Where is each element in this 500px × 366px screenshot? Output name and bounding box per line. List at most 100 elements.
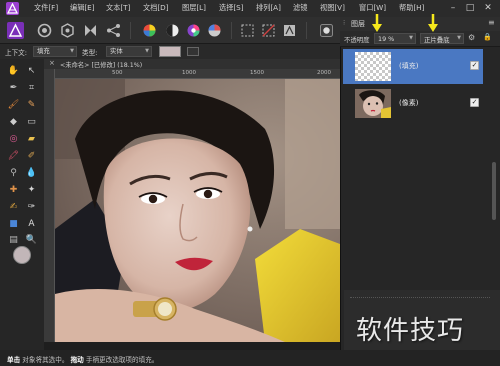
layer-visibility-checkbox[interactable]: ✓ bbox=[470, 98, 479, 107]
zoom-tool-icon[interactable]: 🔍 bbox=[25, 234, 38, 247]
opacity-value: 19 % bbox=[378, 35, 395, 43]
hand-tool-icon[interactable]: ✋ bbox=[7, 65, 20, 78]
horizontal-ruler: 500 1000 1500 2000 bbox=[55, 69, 340, 79]
gradient-tool-icon[interactable]: ◎ bbox=[7, 133, 20, 146]
tools-panel: ✋ ↖ ✒ ⌗ 🖌 ✎ ◆ ▭ ◎ ▰ 🖍 ✐ ⚲ 💧 ✚ ✦ ✍ ✑ ■ A … bbox=[0, 59, 44, 350]
menu-layer[interactable]: 图层[L] bbox=[182, 3, 206, 13]
grip-icon[interactable]: ⁝ bbox=[343, 19, 345, 27]
layers-panel-header: ⁝ 图层 ≡ bbox=[340, 17, 500, 31]
eraser-tool-icon[interactable]: ▰ bbox=[25, 133, 38, 146]
color-options-icon[interactable] bbox=[187, 47, 199, 56]
blend-mode-value: 正片叠底 bbox=[424, 36, 450, 44]
photo-persona-icon[interactable] bbox=[7, 22, 24, 39]
ruler-tick-label: 2000 bbox=[317, 70, 331, 76]
document-title: <未命名> [已修改] (18.1%) bbox=[60, 62, 143, 69]
tone-mapping-persona-icon[interactable] bbox=[82, 22, 99, 39]
develop-persona-icon[interactable] bbox=[59, 22, 76, 39]
menu-filters[interactable]: 滤镜 bbox=[293, 3, 307, 13]
blur-tool-icon[interactable]: 💧 bbox=[25, 167, 38, 180]
record-icon[interactable] bbox=[318, 22, 335, 39]
paint-mixer-icon[interactable]: 🖍 bbox=[7, 150, 20, 163]
white-balance-icon[interactable] bbox=[206, 22, 223, 39]
menu-edit[interactable]: 编辑[E] bbox=[70, 3, 95, 13]
view-tool-icon[interactable]: ▤ bbox=[7, 234, 20, 247]
context-label: 上下文: bbox=[5, 49, 28, 57]
crop-tool-icon[interactable]: ⌗ bbox=[25, 82, 38, 95]
menu-view[interactable]: 视图[V] bbox=[320, 3, 345, 13]
toolbar-divider bbox=[130, 22, 131, 39]
document-canvas[interactable] bbox=[55, 79, 340, 342]
close-document-icon[interactable]: × bbox=[49, 59, 55, 67]
status-drag-word: 拖动 bbox=[70, 356, 84, 364]
layer-thumbnail bbox=[355, 52, 391, 81]
move-tool-icon[interactable]: ↖ bbox=[25, 65, 38, 78]
fill-color-swatch[interactable] bbox=[159, 46, 181, 57]
menu-file[interactable]: 文件[F] bbox=[34, 3, 58, 13]
maximize-icon[interactable]: □ bbox=[464, 2, 476, 14]
context-dropdown[interactable]: 填充 ▼ bbox=[33, 46, 77, 57]
layer-name: (填充) bbox=[399, 62, 419, 70]
opacity-field[interactable]: 19 % ▼ bbox=[374, 33, 416, 44]
marquee-select-icon[interactable] bbox=[239, 22, 256, 39]
layers-scrollbar[interactable] bbox=[492, 162, 496, 220]
sponge-tool-icon[interactable]: ✦ bbox=[25, 184, 38, 197]
healing-tool-icon[interactable]: ✚ bbox=[7, 184, 20, 197]
menu-arrange[interactable]: 排列[A] bbox=[256, 3, 281, 13]
selection-brush-icon[interactable]: ✎ bbox=[25, 99, 38, 112]
quick-mask-icon[interactable] bbox=[281, 22, 298, 39]
watermark-text: 软件技巧 bbox=[356, 316, 465, 346]
liquify-persona-icon[interactable] bbox=[36, 22, 53, 39]
layer-row-pixel[interactable]: (像素) ✓ bbox=[343, 86, 483, 121]
layer-row-fill[interactable]: (填充) ✓ bbox=[343, 49, 483, 84]
ruler-tick-label: 1000 bbox=[182, 70, 196, 76]
marquee-tool-icon[interactable]: ▭ bbox=[25, 116, 38, 129]
portrait-photo bbox=[55, 79, 340, 342]
node-tool-icon[interactable]: ✑ bbox=[25, 201, 38, 214]
divider bbox=[350, 294, 490, 298]
fill-type-dropdown[interactable]: 实体 ▼ bbox=[106, 46, 152, 57]
context-toolbar: 上下文: 填充 ▼ 类型: 实体 ▼ bbox=[0, 44, 340, 59]
text-tool-icon[interactable]: A bbox=[25, 218, 38, 231]
contrast-icon[interactable] bbox=[164, 22, 181, 39]
layer-visibility-checkbox[interactable]: ✓ bbox=[470, 61, 479, 70]
menu-document[interactable]: 文档[D] bbox=[143, 3, 169, 13]
dodge-tool-icon[interactable]: ✐ bbox=[25, 150, 38, 163]
gear-icon[interactable]: ⚙ bbox=[468, 33, 475, 42]
shape-tool-icon[interactable]: ■ bbox=[7, 218, 20, 231]
menu-select[interactable]: 选择[S] bbox=[219, 3, 244, 13]
brush-tool-icon[interactable]: 🖌 bbox=[7, 99, 20, 112]
share-icon[interactable] bbox=[105, 22, 122, 39]
toolbar-divider bbox=[231, 22, 232, 39]
deselect-icon[interactable] bbox=[260, 22, 277, 39]
chevron-down-icon: ▼ bbox=[409, 35, 413, 41]
annotation-arrow-icon bbox=[372, 14, 382, 32]
menu-text[interactable]: 文本[T] bbox=[106, 3, 130, 13]
annotation-arrow-icon bbox=[428, 14, 438, 32]
menu-help[interactable]: 帮助[H] bbox=[399, 3, 424, 13]
color-wheel-icon[interactable] bbox=[141, 22, 158, 39]
lock-icon[interactable]: 🔒 bbox=[483, 33, 492, 41]
menu-window[interactable]: 窗口[W] bbox=[359, 3, 386, 13]
toolbar-divider bbox=[306, 22, 307, 39]
pen-tool-icon[interactable]: ✍ bbox=[7, 201, 20, 214]
ruler-tick-label: 500 bbox=[112, 70, 123, 76]
chevron-down-icon: ▼ bbox=[70, 48, 74, 54]
minimize-icon[interactable]: – bbox=[447, 2, 459, 14]
status-click-desc: 对象将其选中。 bbox=[22, 356, 69, 364]
layers-panel-title[interactable]: 图层 bbox=[351, 19, 365, 29]
vertical-ruler bbox=[44, 69, 55, 342]
primary-color-swatch[interactable] bbox=[13, 246, 31, 264]
ruler-tick-label: 1500 bbox=[250, 70, 264, 76]
layers-options-bar: 不透明度 19 % ▼ 正片叠底 ▼ ⚙ 🔒 bbox=[340, 31, 500, 47]
clone-tool-icon[interactable]: ⚲ bbox=[7, 167, 20, 180]
status-drag-desc: 手柄更改选取项的填充。 bbox=[85, 356, 159, 364]
hsl-icon[interactable] bbox=[185, 22, 202, 39]
app-logo-icon[interactable] bbox=[6, 2, 19, 15]
panel-menu-icon[interactable]: ≡ bbox=[488, 18, 495, 27]
blend-mode-dropdown[interactable]: 正片叠底 ▼ bbox=[420, 33, 464, 44]
chevron-down-icon: ▼ bbox=[145, 48, 149, 54]
close-icon[interactable]: ✕ bbox=[482, 2, 494, 14]
eyedropper-tool-icon[interactable]: ✒ bbox=[7, 82, 20, 95]
document-tab[interactable]: × <未命名> [已修改] (18.1%) bbox=[44, 59, 340, 69]
flood-fill-tool-icon[interactable]: ◆ bbox=[7, 116, 20, 129]
